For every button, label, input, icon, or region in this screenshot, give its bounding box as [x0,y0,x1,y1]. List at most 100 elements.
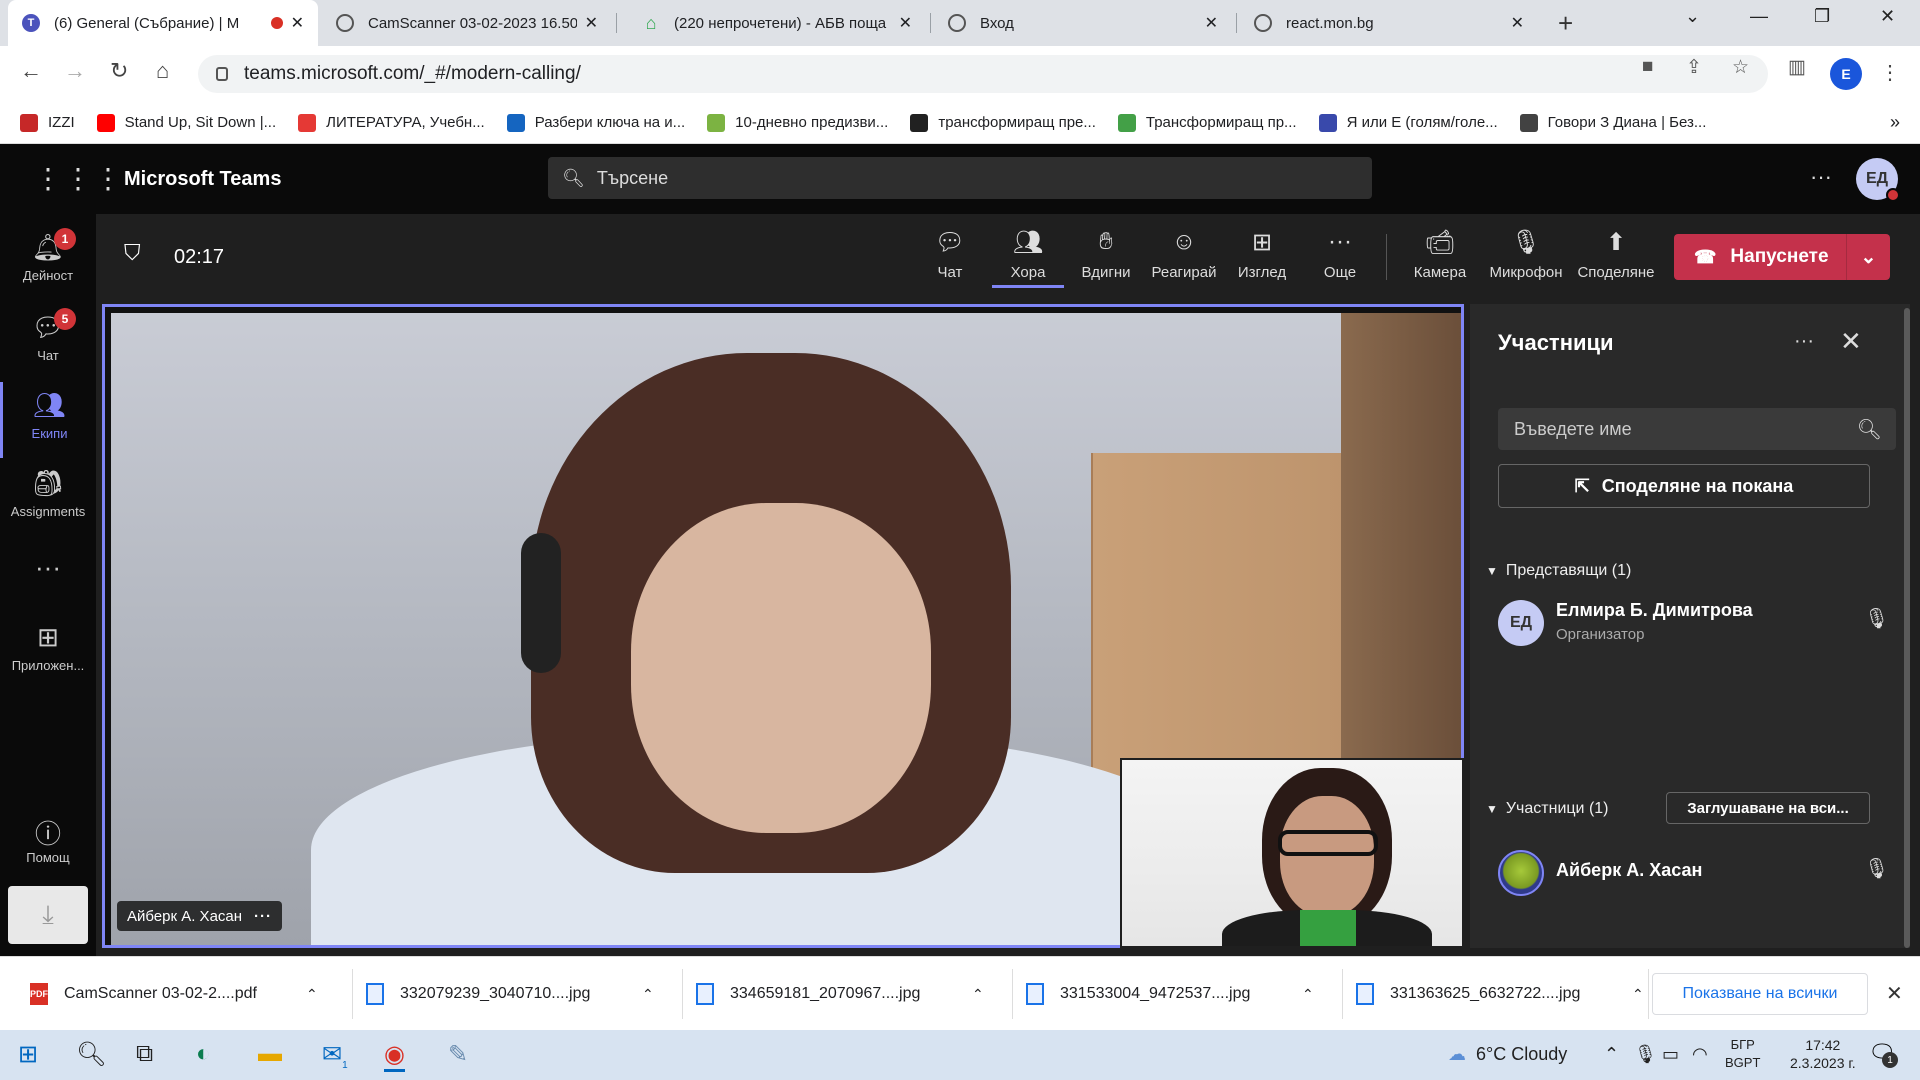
bookmark-star-icon[interactable]: ☆ [1732,56,1749,79]
edge-icon[interactable]: ◐ [196,1040,211,1068]
chat-button[interactable]: 💬︎ Чат [914,228,986,281]
download-item[interactable]: 331533004_9472537....jpg ⌃ [1026,957,1326,1031]
tab-close-icon[interactable]: ✕ [291,13,304,33]
bookmarks-overflow-icon[interactable]: » [1890,112,1900,133]
rail-item-chat[interactable]: 💬︎ Чат 5 [0,304,96,380]
search-icon[interactable]: 🔍︎ [76,1040,106,1069]
restore-button[interactable]: ❐ [1814,6,1830,27]
task-view-icon[interactable]: ⧉ [136,1040,153,1068]
chevron-down-icon[interactable]: ⌄ [1846,234,1890,280]
layout-button[interactable]: ⊞ Изглед [1226,228,1298,281]
tab-login[interactable]: Вход ✕ [934,0,1232,46]
chevron-up-icon[interactable]: ⌃ [1302,986,1314,1003]
tab-camscanner[interactable]: CamScanner 03-02-2023 16.50 ✕ [322,0,612,46]
chrome-icon[interactable]: ◉ [384,1040,405,1072]
battery-icon[interactable]: ▭ [1662,1044,1679,1065]
participants-section-header[interactable]: ▼ Участници (1) [1486,800,1609,818]
chevron-up-icon[interactable]: ⌃ [1632,986,1644,1003]
raise-hand-button[interactable]: ✋︎ Вдигни [1070,228,1142,281]
bookmark-item[interactable]: Говори З Диана | Без... [1519,113,1706,132]
participant-row[interactable]: ЕД Елмира Б. Димитрова Организатор 🎙︎ [1498,594,1898,650]
url-bar[interactable]: teams.microsoft.com/_#/modern-calling/ [198,55,1768,93]
home-button[interactable]: ⌂ [156,58,169,84]
start-icon[interactable]: ⊞ [18,1040,38,1069]
notification-icon[interactable]: 🗨︎ 1 [1868,1040,1898,1068]
forward-button[interactable]: → [64,58,86,84]
tab-teams[interactable]: T (6) General (Събрание) | M ✕ [8,0,318,46]
tab-close-icon[interactable]: ✕ [899,13,912,33]
more-icon[interactable]: ··· [254,908,272,925]
leave-button[interactable]: ☎ Напуснете ⌄ [1674,234,1890,280]
mic-button[interactable]: 🎙︎ Микрофон [1484,228,1568,281]
more-icon[interactable]: ··· [1794,330,1814,353]
presenters-section-header[interactable]: ▼ Представящи (1) [1486,562,1631,580]
bookmark-item[interactable]: Трансформиращ пр... [1117,113,1297,132]
weather-widget[interactable]: ☁ 6°C Cloudy [1448,1044,1567,1065]
more-actions-button[interactable]: ··· Още [1304,228,1376,281]
side-panel-icon[interactable]: ▥ [1788,56,1806,79]
paint-icon[interactable]: ✎ [448,1040,468,1069]
rail-item-help[interactable]: ⓘ Помощ [0,806,96,882]
file-explorer-icon[interactable]: ▬ [258,1040,282,1068]
download-item[interactable]: 334659181_2070967....jpg ⌃ [696,957,996,1031]
download-app-icon[interactable]: ⤓ [8,886,88,944]
tab-close-icon[interactable]: ✕ [1511,13,1524,33]
download-item[interactable]: 332079239_3040710....jpg ⌃ [366,957,666,1031]
participant-search-input[interactable]: Въведете име 🔍︎ [1498,408,1896,450]
bookmark-item[interactable]: ЛИТЕРАТУРА, Учебн... [298,113,485,132]
camera-blocked-icon[interactable]: ■ [1642,56,1653,78]
rail-item-apps[interactable]: ⊞ Приложен... [0,614,96,690]
bookmark-item[interactable]: 10-дневно предизви... [707,113,888,132]
tray-chevron-icon[interactable]: ⌃ [1604,1044,1619,1065]
tab-close-icon[interactable]: ✕ [1205,13,1218,33]
bookmark-item[interactable]: Я или Е (голям/голе... [1318,113,1498,132]
share-button[interactable]: ⬆ Споделяне [1574,228,1658,281]
tab-react-mon[interactable]: react.mon.bg ✕ [1240,0,1538,46]
camera-button[interactable]: 📹︎ Камера [1404,228,1476,281]
share-invite-button[interactable]: ⇱ Споделяне на покана [1498,464,1870,508]
participant-row[interactable]: Айберк А. Хасан 🎙︎ [1498,844,1898,900]
language-indicator[interactable]: БГР BGPT [1725,1036,1760,1072]
tab-search-chevron-icon[interactable]: ⌄ [1685,6,1700,27]
wifi-icon[interactable]: ◠ [1692,1044,1708,1065]
profile-avatar[interactable]: E [1830,58,1862,90]
tab-abv-mail[interactable]: ⌂ (220 непрочетени) - АБВ поща ✕ [628,0,926,46]
mute-all-button[interactable]: Заглушаване на вси... [1666,792,1870,824]
rail-item-assignments[interactable]: 🎒︎ Assignments [0,460,96,536]
self-video-preview[interactable] [1120,758,1464,948]
tab-close-icon[interactable]: ✕ [585,13,598,33]
show-all-downloads-button[interactable]: Показване на всички [1652,973,1868,1015]
rail-more-apps[interactable]: ··· [0,544,96,584]
react-button[interactable]: ☺ Реагирай [1148,228,1220,281]
chevron-up-icon[interactable]: ⌃ [642,986,654,1003]
more-icon: ··· [1328,228,1352,255]
bookmark-item[interactable]: IZZI [20,113,75,132]
mic-tray-icon[interactable]: 🎙︎ [1634,1044,1657,1065]
close-icon[interactable]: ✕ [1840,326,1862,357]
share-page-icon[interactable]: ⇪ [1686,56,1702,79]
bookmark-item[interactable]: трансформиращ пре... [910,113,1096,132]
close-window-button[interactable]: ✕ [1880,6,1895,27]
download-item[interactable]: PDF CamScanner 03-02-2....pdf ⌃ [30,957,330,1031]
reload-button[interactable]: ↻ [110,58,128,84]
app-launcher-icon[interactable]: ⋮⋮⋮ [34,162,124,195]
rail-item-activity[interactable]: 🔔︎ Дейност 1 [0,224,96,300]
rail-item-teams[interactable]: 👥︎ Екипи [0,382,96,458]
close-icon[interactable]: ✕ [1886,981,1903,1006]
back-button[interactable]: ← [20,58,42,84]
browser-menu-icon[interactable]: ⋮ [1880,60,1900,85]
chevron-up-icon[interactable]: ⌃ [306,986,318,1003]
chevron-up-icon[interactable]: ⌃ [972,986,984,1003]
people-button[interactable]: 👥︎ Хора [992,228,1064,288]
user-avatar[interactable]: ЕД [1856,158,1900,202]
teams-search-input[interactable]: 🔍︎ Търсене [548,157,1372,199]
clock[interactable]: 17:42 2.3.2023 г. [1790,1036,1856,1072]
minimize-button[interactable]: — [1750,6,1768,27]
more-options-icon[interactable]: ··· [1810,164,1832,190]
new-tab-button[interactable]: + [1558,8,1573,39]
download-item[interactable]: 331363625_6632722....jpg ⌃ [1356,957,1656,1031]
panel-scrollbar[interactable] [1904,308,1910,948]
mail-icon[interactable]: ✉1 [322,1040,348,1071]
bookmark-item[interactable]: Stand Up, Sit Down |... [96,113,276,132]
bookmark-item[interactable]: Разбери ключа на и... [506,113,685,132]
